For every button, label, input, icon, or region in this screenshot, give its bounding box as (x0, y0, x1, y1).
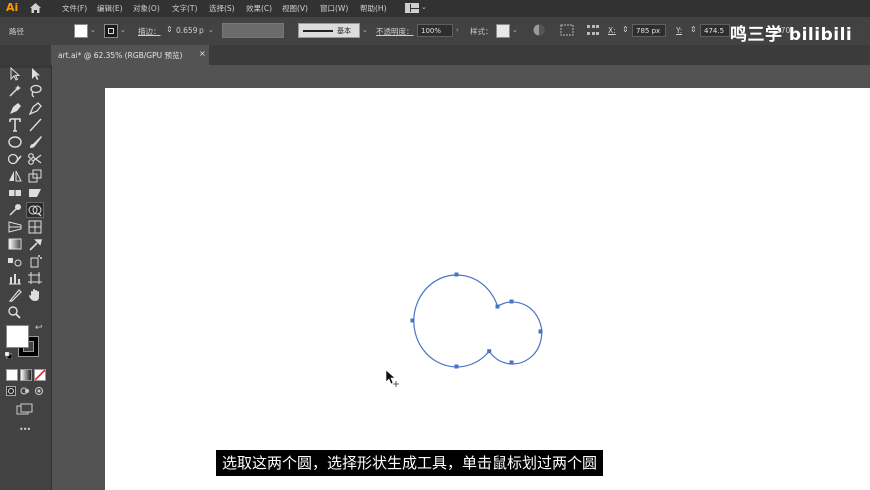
anchor-point[interactable] (538, 329, 543, 334)
anchor-point[interactable] (509, 299, 514, 304)
anchor-point[interactable] (495, 304, 500, 309)
anchor-point[interactable] (487, 349, 492, 354)
compound-circles-path[interactable] (413, 274, 543, 368)
anchor-points (410, 272, 543, 369)
anchor-point[interactable] (454, 272, 459, 277)
video-subtitle: 选取这两个圆，选择形状生成工具，单击鼠标划过两个圆 (216, 450, 604, 476)
anchor-point[interactable] (454, 364, 459, 369)
selected-path-overlay (385, 272, 543, 387)
anchor-point[interactable] (410, 318, 415, 323)
anchor-point[interactable] (509, 360, 514, 365)
cursor-icon (385, 369, 399, 387)
